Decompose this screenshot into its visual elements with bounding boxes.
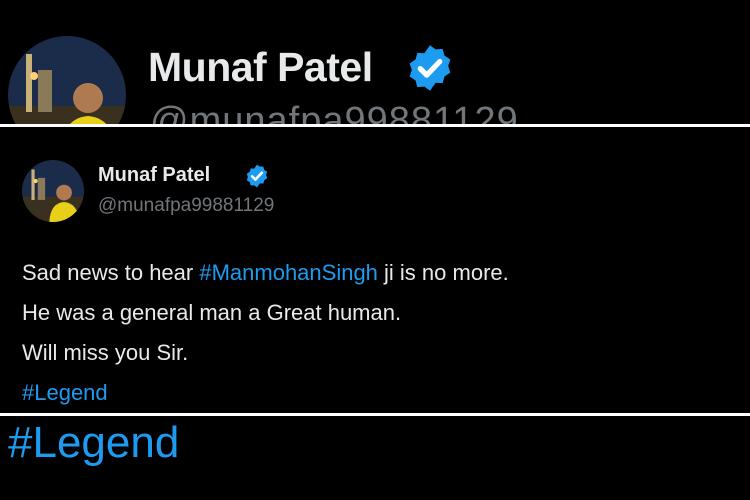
hashtag-link[interactable]: #ManmohanSingh: [199, 260, 378, 285]
hashtag-link-large[interactable]: #Legend: [8, 418, 179, 468]
tweet-card[interactable]: Munaf Patel @munafpa99881129 Sad news to…: [0, 127, 750, 413]
verified-badge-icon: [246, 164, 268, 188]
zoomed-hashtag-band: #Legend: [0, 416, 750, 500]
tweet-text: Sad news to hear #ManmohanSingh ji is no…: [22, 253, 509, 413]
tweet-line-1: Sad news to hear #ManmohanSingh ji is no…: [22, 253, 509, 293]
tweet-line-3: Will miss you Sir.: [22, 340, 189, 365]
avatar[interactable]: [22, 160, 84, 222]
avatar-photo-icon: [22, 160, 84, 222]
avatar-large[interactable]: [8, 36, 126, 124]
avatar-photo-icon: [8, 36, 126, 124]
hashtag-link[interactable]: #Legend: [22, 373, 509, 413]
tweet-text-segment: ji is no more.: [377, 260, 509, 285]
user-handle[interactable]: @munafpa99881129: [98, 195, 274, 217]
tweet-line-2: He was a general man a Great human.: [22, 300, 402, 325]
handle-large: @munafpa99881129: [150, 100, 519, 124]
tweet-text-segment: Sad news to hear: [22, 260, 200, 285]
display-name[interactable]: Munaf Patel: [98, 164, 210, 187]
verified-badge-icon: [409, 45, 451, 91]
zoomed-header-band: Munaf Patel @munafpa99881129: [0, 0, 750, 124]
display-name-large[interactable]: Munaf Patel: [148, 44, 373, 91]
